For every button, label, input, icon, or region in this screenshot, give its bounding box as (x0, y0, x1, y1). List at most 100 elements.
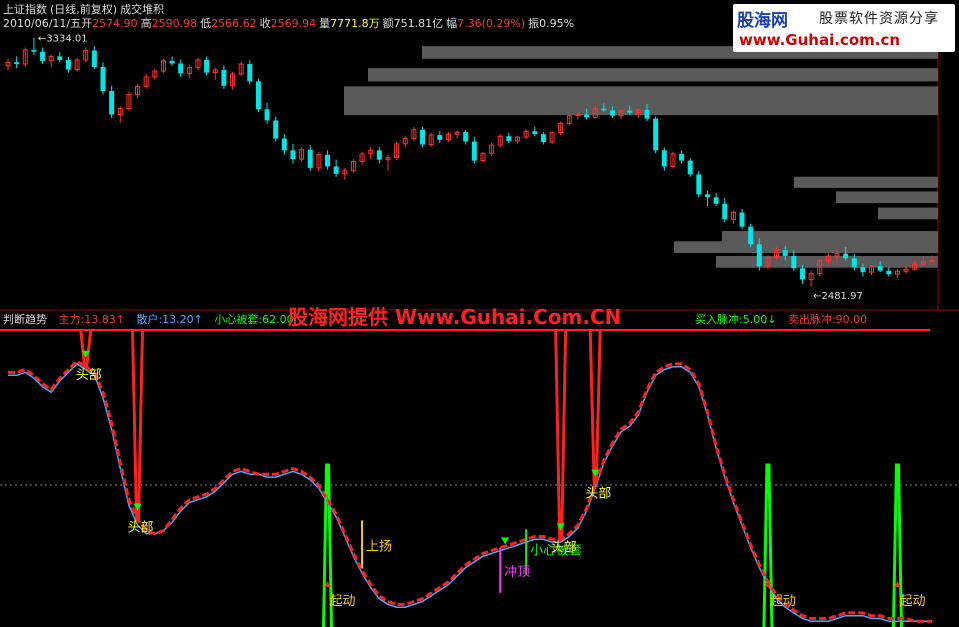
volume-profile-bar (722, 231, 938, 242)
volume-profile-bar (368, 68, 938, 82)
candle-body (532, 131, 538, 135)
candle-body (420, 129, 426, 145)
volume-value: 7771.8万 (330, 17, 380, 30)
buy-pulse-label: 买入脉冲 (695, 313, 739, 326)
candle-body (506, 136, 512, 141)
candle-body (14, 62, 20, 65)
signal-label: 上扬 (366, 539, 392, 554)
open-label: 开 (81, 17, 93, 30)
candle-body (791, 255, 797, 269)
sell-pulse-spike (554, 329, 568, 541)
candle-body (877, 266, 883, 271)
retail-legend: 散户:13.20↑ (136, 313, 203, 326)
main-force-label: 主力 (58, 313, 81, 326)
signal-label: 起动 (330, 594, 356, 609)
low-value: 2566.62 (211, 17, 257, 30)
candle-body (169, 60, 175, 64)
candle-body (40, 51, 46, 61)
sell-pulse-label: 卖出脉冲 (787, 313, 832, 326)
high-marker-label: ←3334.01 (38, 34, 88, 45)
candle-body (843, 253, 849, 259)
candle-body (886, 270, 892, 275)
main-force-legend: 主力:13.83↑ (58, 313, 125, 326)
volume-profile-bar (878, 207, 938, 220)
candle-body (273, 120, 279, 139)
candle-body (851, 258, 857, 268)
candle-body (627, 110, 633, 113)
candle-body (601, 108, 607, 111)
candle-body (748, 226, 754, 245)
candle-body (264, 109, 270, 121)
low-marker-label: ←2481.97 (813, 291, 863, 302)
sell-pulse-value: 90.00 (835, 313, 868, 326)
main-force-value: 13.83↑ (84, 313, 125, 326)
indicator-legend: 判断趋势 主力:13.83↑ 散户:13.20↑ 小心被套:62.00 (3, 311, 302, 327)
amount-label: 额 (382, 17, 394, 30)
signal-label: 起动 (899, 594, 925, 609)
logo-url: www.Guhai.com.cn (739, 31, 901, 49)
candle-body (100, 66, 106, 92)
candle-body (221, 69, 227, 86)
head-arrow (556, 523, 565, 531)
candle-body (437, 135, 443, 140)
candle-body (281, 138, 287, 151)
header-quote-row: 2010/06/11/五开2574.90 高2590.98 低2566.62 收256… (3, 15, 577, 31)
buy-pulse-legend: 买入脉冲:5.00↓ (695, 313, 777, 326)
signal-label: 头部 (128, 521, 154, 536)
candle-body (376, 150, 382, 160)
volume-profile-bar (344, 86, 938, 99)
amount-value: 751.81亿 (393, 17, 444, 30)
caution-arrow (501, 537, 510, 545)
candle-body (31, 49, 37, 52)
low-label: 低 (200, 17, 212, 30)
candle-body (661, 150, 667, 167)
candle-body (333, 166, 339, 174)
signal-label: 起动 (770, 594, 796, 609)
sell-pulse-spike (79, 329, 93, 369)
volume-profile-bar (716, 255, 938, 268)
close-value: 2569.94 (270, 17, 317, 30)
candle-body (57, 56, 63, 60)
site-logo: 股海网 股票软件资源分享 www.Guhai.com.cn (733, 4, 955, 52)
signal-label: 头部 (76, 368, 102, 383)
candle-body (290, 150, 296, 160)
caution-label: 小心被套 (214, 313, 259, 326)
watermark-text: 股海网提供 Www.Guhai.Com.CN (288, 305, 622, 329)
candle-body (471, 141, 477, 161)
candle-body (679, 153, 685, 161)
candle-body (540, 134, 546, 143)
logo-name: 股海网 (737, 11, 788, 31)
candle-body (713, 197, 719, 204)
retail-label: 散户 (136, 313, 159, 326)
volume-label: 量 (319, 17, 331, 30)
candle-body (584, 114, 590, 118)
candle-body (860, 267, 866, 273)
volume-profile-bar (344, 102, 938, 116)
signal-label: 头部 (551, 540, 577, 555)
retail-value: 13.20↑ (162, 313, 203, 326)
change-value: 7.36(0.29%) (457, 17, 526, 30)
candle-body (739, 212, 745, 227)
candle-body (722, 203, 728, 220)
candle-body (204, 59, 210, 73)
signal-label: 头部 (585, 487, 611, 502)
candle-body (325, 154, 331, 167)
volume-profile-bar (836, 191, 938, 204)
volume-profile-bar (674, 241, 938, 254)
open-value: 2574.90 (92, 17, 138, 30)
candle-body (644, 109, 650, 119)
candle-body (463, 132, 469, 142)
indicator-name: 判断趋势 (3, 313, 47, 326)
candle-body (696, 174, 702, 195)
candle-body (704, 194, 710, 198)
candle-body (653, 118, 659, 151)
candle-body (65, 59, 71, 70)
candle-body (91, 50, 97, 67)
candle-body (255, 81, 261, 110)
amplitude-label: 振 (528, 17, 540, 30)
amplitude-value: 0.95% (539, 17, 575, 30)
candle-body (609, 110, 615, 116)
sell-pulse-legend: 卖出脉冲:90.00 (787, 313, 868, 326)
volume-profile-bar (794, 176, 938, 188)
candle-body (307, 149, 313, 168)
